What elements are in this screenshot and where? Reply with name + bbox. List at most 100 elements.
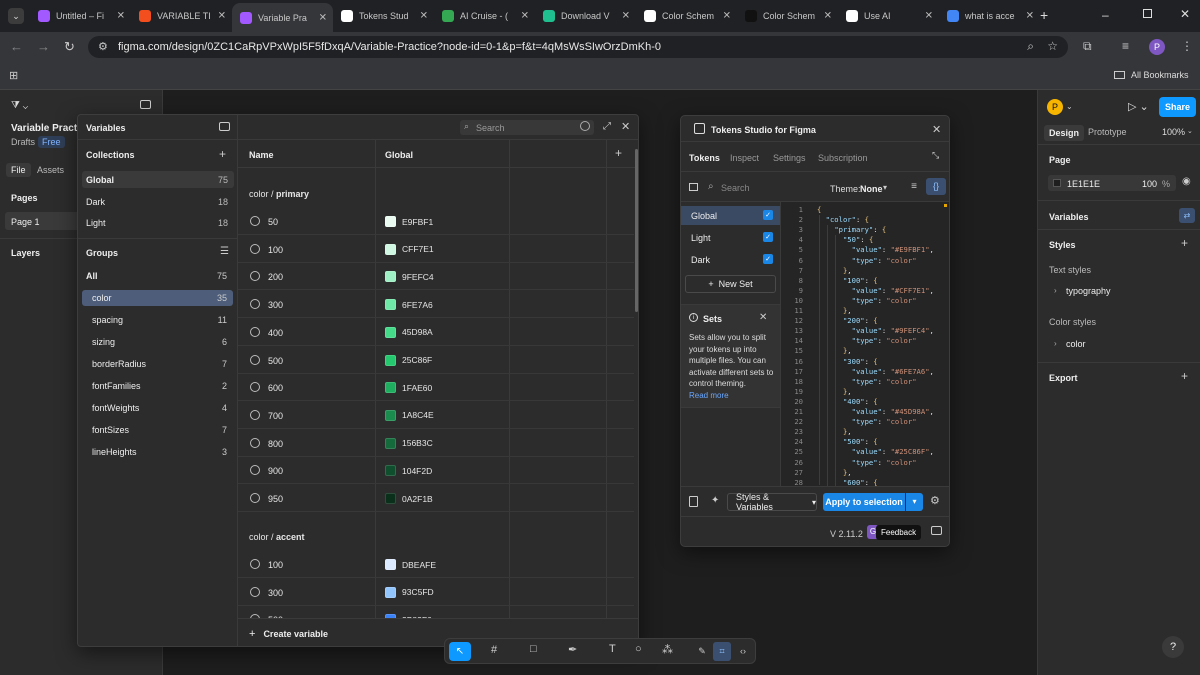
collapse-icon[interactable]: ⤡ [932,150,939,161]
text-tool-icon[interactable]: T [609,643,616,655]
tab-settings[interactable]: Settings [773,153,806,163]
variable-value[interactable]: DBEAFE [385,559,436,570]
collection-item[interactable]: Light 18 [82,214,234,231]
group-item-color[interactable]: color 35 [82,290,233,306]
theme-select[interactable]: None [860,184,883,194]
table-row[interactable]: 5003B82F6 [238,606,634,618]
pen-tool-icon[interactable]: ✒ [568,643,577,656]
address-bar[interactable]: ⚙ figma.com/design/0ZC1CaRpVPxWpI5F5fDxq… [88,36,1068,58]
variable-value[interactable]: 25C86F [385,354,432,366]
help-button[interactable]: ? [1162,636,1184,658]
extensions-icon[interactable]: ⧉ [1083,39,1092,54]
token-set-global[interactable]: Global ✓ [681,206,780,225]
group-item-lineHeights[interactable]: lineHeights 3 [82,444,233,460]
group-item-spacing[interactable]: spacing 11 [82,312,233,328]
variable-value[interactable]: 156B3C [385,437,433,449]
variable-value[interactable]: 1A8C4E [385,409,434,421]
variable-value[interactable]: 104F2D [385,465,432,477]
forward-icon[interactable]: → [37,39,50,54]
browser-tab[interactable]: VARIABLE TI ✕ [131,5,232,27]
file-name[interactable]: Variable Practic [11,123,86,134]
close-tab-icon[interactable]: ✕ [319,12,327,23]
read-more-link[interactable]: Read more [689,391,729,400]
variable-value[interactable]: CFF7E1 [385,243,434,255]
close-tab-icon[interactable]: ✕ [622,11,630,22]
group-item-All[interactable]: All 75 [82,268,233,284]
browser-tab[interactable]: Color Schem ✕ [737,5,838,27]
comment-tool-icon[interactable]: ○ [635,643,642,655]
table-row[interactable]: 200 9FEFC4 [238,263,634,291]
close-tab-icon[interactable]: ✕ [723,11,731,22]
dev-mode-icon[interactable]: ‹› [734,642,752,661]
json-editor[interactable]: 1{2 "color": {3 "primary": {4 "50": {5 "… [781,202,949,486]
variable-value[interactable]: E9FBF1 [385,216,433,227]
expand-icon[interactable]: ⤢ [603,121,611,132]
table-row[interactable]: 600 1FAE60 [238,374,634,402]
table-row[interactable]: 400 45D98A [238,319,634,346]
color-style-color[interactable]: color [1066,339,1086,349]
tab-tokens[interactable]: Tokens [689,153,720,163]
chat-icon[interactable] [931,526,942,535]
back-icon[interactable]: ← [10,39,23,54]
close-window-icon[interactable]: ✕ [1180,7,1190,21]
tab-assets[interactable]: Assets [37,165,64,175]
sidebar-toggle-icon[interactable] [689,183,698,191]
variables-search[interactable]: ⌕ Search [460,120,594,135]
set-checkbox[interactable]: ✓ [763,232,773,242]
panel-toggle-icon[interactable] [140,100,151,109]
tab-file[interactable]: File [6,163,31,177]
token-set-light[interactable]: Light ✓ [681,228,780,247]
tab-search-button[interactable]: ⌄ [8,8,24,24]
browser-tab[interactable]: AI Cruise - (✕ [434,5,535,27]
variable-value[interactable]: 45D98A [385,326,433,338]
collection-item[interactable]: Global 75 [82,171,234,188]
variables-open-icon[interactable]: ⇄ [1179,208,1195,223]
zoom-icon[interactable]: ⌕ [1027,39,1034,54]
design-mode-icon[interactable]: ⌗ [713,642,731,661]
actions-icon[interactable]: ⁂ [662,643,673,656]
column-global[interactable]: Global [385,150,413,160]
profile-avatar[interactable]: P [1149,39,1165,55]
close-tab-icon[interactable]: ✕ [420,11,428,22]
group-item-sizing[interactable]: sizing 6 [82,334,233,350]
chevron-right-icon[interactable]: › [1054,339,1057,348]
chevron-down-icon[interactable]: ⌄ [1066,102,1073,111]
new-set-button[interactable]: + New Set [685,275,776,293]
table-row[interactable]: 100 DBEAFE [238,551,634,578]
close-tab-icon[interactable]: ✕ [521,11,529,22]
group-item-fontWeights[interactable]: fontWeights 4 [82,400,233,416]
table-row[interactable]: 700 1A8C4E [238,402,634,429]
browser-tab[interactable]: Download V ✕ [535,5,636,27]
add-mode-icon[interactable]: + [615,146,622,160]
close-plugin-icon[interactable]: ✕ [932,123,941,136]
site-info-icon[interactable]: ⚙ [98,40,108,53]
table-row[interactable]: 100 CFF7E1 [238,236,634,263]
minimize-icon[interactable]: – [1102,8,1109,22]
table-row[interactable]: 500 25C86F [238,347,634,374]
close-tab-icon[interactable]: ✕ [925,11,933,22]
text-style-typography[interactable]: typography [1066,286,1111,296]
present-icon[interactable]: ▷ ⌄ [1128,100,1149,113]
table-row[interactable]: 800 156B3C [238,430,634,457]
close-tab-icon[interactable]: ✕ [117,11,125,22]
table-row[interactable]: 950 0A2F1B [238,485,634,512]
group-item-fontSizes[interactable]: fontSizes 7 [82,422,233,438]
bookmark-star-icon[interactable]: ☆ [1047,39,1058,53]
close-tab-icon[interactable]: ✕ [824,11,832,22]
variable-value[interactable]: 6FE7A6 [385,299,433,311]
table-row[interactable]: 50 E9FBF1 [238,208,634,235]
apply-options-button[interactable]: ▾ [906,493,923,511]
set-checkbox[interactable]: ✓ [763,210,773,220]
restore-icon[interactable] [1143,9,1152,18]
browser-tab[interactable]: Use AI ✕ [838,5,939,27]
create-variable-button[interactable]: + Create variable [249,628,328,640]
chevron-right-icon[interactable]: › [1054,286,1057,295]
styles-variables-dropdown[interactable]: Styles & Variables ▾ [727,492,817,512]
sidebar-collapse-icon[interactable] [219,122,230,131]
tab-prototype[interactable]: Prototype [1088,127,1127,137]
variable-value[interactable]: 1FAE60 [385,382,432,394]
browser-tab[interactable]: Untitled – Fi ✕ [30,5,131,27]
shape-tool-icon[interactable]: □ [530,643,537,655]
variable-value[interactable]: 93C5FD [385,586,434,598]
browser-menu-icon[interactable]: ⋮ [1181,39,1193,53]
